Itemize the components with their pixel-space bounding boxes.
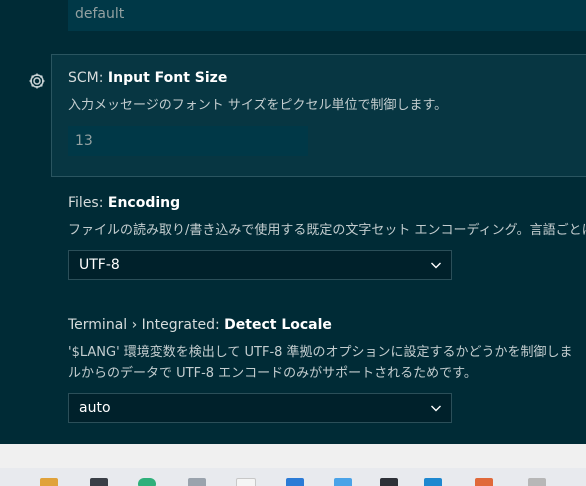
scm-font-size-input[interactable]: 13 [68, 126, 308, 156]
terminal-locale-value: auto [79, 400, 111, 416]
gear-icon[interactable] [27, 71, 47, 91]
files-encoding-value: UTF-8 [79, 257, 120, 273]
scm-font-size-title: SCM: Input Font Size [68, 70, 227, 86]
app-icon-10[interactable] [528, 478, 546, 486]
app-icon-1[interactable] [40, 478, 58, 486]
settings-editor: default SCM: Input Font Size 入力メッセージのフォン… [0, 0, 586, 444]
chevron-down-icon [431, 405, 441, 412]
files-setting-name: Encoding [107, 195, 181, 211]
files-encoding-description: ファイルの読み取り/書き込みで使用する既定の文字セット エンコーディング。言語ご… [68, 223, 586, 238]
terminal-category: Terminal › Integrated: [68, 317, 225, 333]
app-icon-4[interactable] [188, 478, 206, 486]
terminal-setting-name: Detect Locale [224, 317, 332, 333]
files-encoding-select[interactable]: UTF-8 [68, 250, 452, 280]
terminal-locale-description-line1: '$LANG' 環境変数を検出して UTF-8 準拠のオプションに設定するかどう… [68, 345, 573, 360]
app-icon-6[interactable] [286, 478, 304, 486]
scm-category: SCM: [68, 70, 108, 86]
scm-setting-name: Input Font Size [107, 70, 228, 86]
terminal-locale-select[interactable]: auto [68, 393, 452, 423]
app-icon-5[interactable] [236, 478, 256, 486]
terminal-locale-title: Terminal › Integrated: Detect Locale [68, 317, 332, 333]
taskbar [0, 468, 586, 486]
app-icon-2[interactable] [90, 478, 108, 486]
top-setting-input[interactable]: default [68, 0, 586, 31]
terminal-locale-description-line2: ルからのデータで UTF-8 エンコードのみがサポートされるためです。 [68, 366, 477, 381]
app-icon-9[interactable] [475, 478, 493, 486]
files-encoding-title: Files: Encoding [68, 195, 180, 211]
app-icon-7[interactable] [334, 478, 352, 486]
app-icon-3[interactable] [138, 478, 156, 486]
window-bottom-edge [0, 444, 586, 468]
chevron-down-icon [431, 262, 441, 269]
scm-font-size-description: 入力メッセージのフォント サイズをピクセル単位で制御します。 [68, 98, 448, 113]
app-icon-8[interactable] [380, 478, 398, 486]
files-category: Files: [68, 195, 108, 211]
vscode-icon[interactable] [424, 478, 442, 486]
